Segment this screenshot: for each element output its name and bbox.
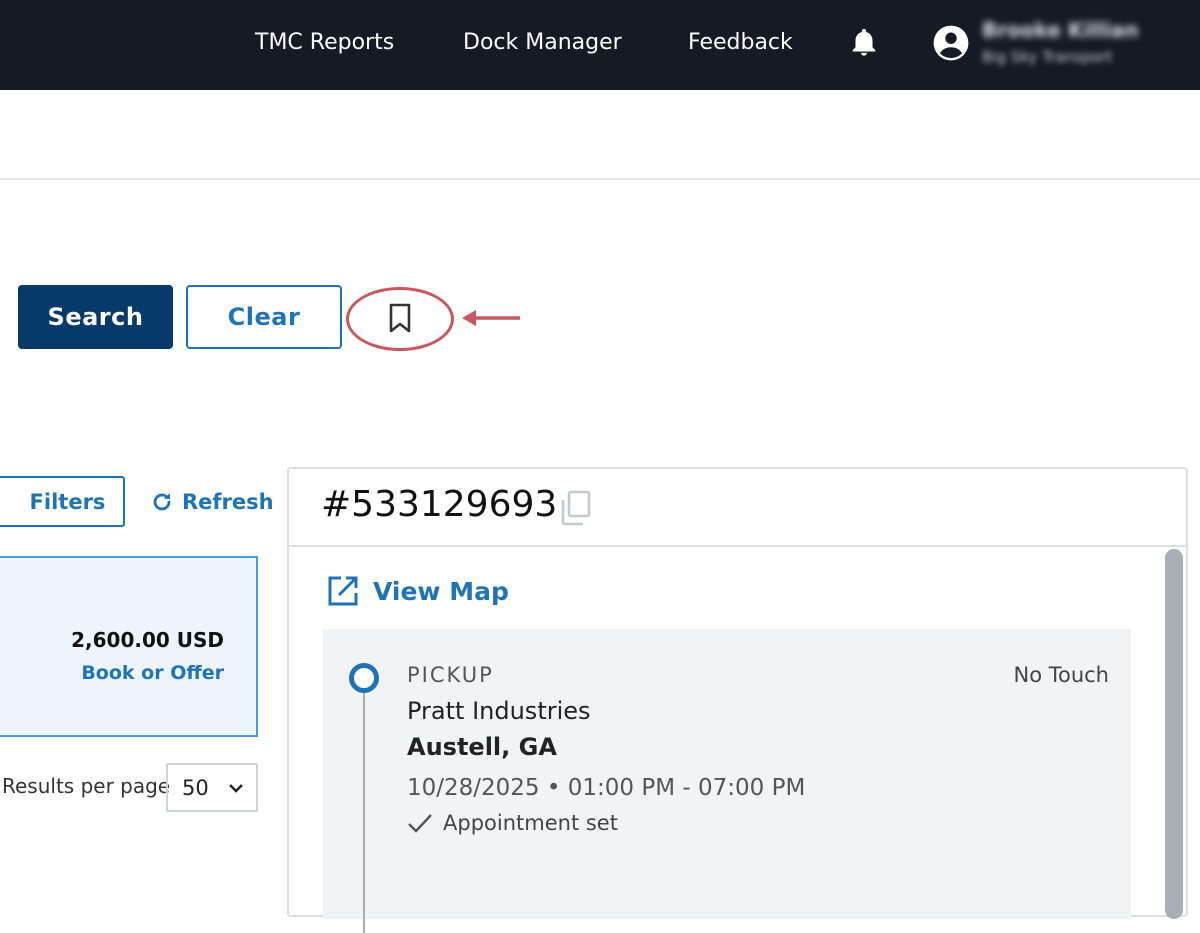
load-id: #533129693 [321, 484, 558, 525]
refresh-icon [153, 493, 171, 511]
timeline-line [363, 693, 365, 933]
sub-header [0, 90, 1200, 180]
stop-city: Austell, GA [407, 733, 557, 761]
view-map-label: View Map [373, 576, 509, 606]
stop-type: PICKUP [407, 663, 494, 687]
nav-feedback[interactable]: Feedback [688, 28, 793, 58]
user-name[interactable]: Brooke Killian [982, 18, 1139, 42]
book-or-offer-link[interactable]: Book or Offer [81, 662, 224, 684]
load-card[interactable]: 2,600.00 USD Book or Offer [0, 556, 258, 737]
load-detail-header: #533129693 [289, 469, 1186, 547]
external-link-icon [328, 576, 358, 606]
nav-tmc-reports[interactable]: TMC Reports [255, 28, 394, 58]
user-org: Big Sky Transport [982, 48, 1113, 66]
refresh-label: Refresh [182, 490, 274, 514]
annotation-circle [346, 287, 454, 351]
check-icon [408, 814, 432, 833]
annotation-arrow-icon [462, 310, 520, 326]
user-circle-icon[interactable] [932, 24, 970, 62]
clear-button[interactable]: Clear [186, 285, 342, 349]
appointment-status: Appointment set [407, 811, 618, 835]
scrollbar[interactable] [1165, 549, 1183, 919]
load-price: 2,600.00 USD [71, 628, 224, 652]
pickup-stop: PICKUP No Touch Pratt Industries Austell… [323, 629, 1131, 933]
load-detail-panel: #533129693 View Map PICKUP No Touch Prat… [287, 467, 1188, 933]
pickup-window: 10/28/2025 • 01:00 PM - 07:00 PM [407, 775, 806, 801]
top-navbar: TMC Reports Dock Manager Feedback Brooke… [0, 0, 1200, 90]
copy-icon[interactable] [557, 489, 593, 529]
nav-dock-manager[interactable]: Dock Manager [463, 28, 622, 58]
results-per-page-value: 50 [182, 775, 209, 800]
refresh-button[interactable]: Refresh [150, 484, 274, 520]
facility-name: Pratt Industries [407, 697, 591, 725]
results-per-page-label: Results per page [2, 774, 171, 798]
bell-icon[interactable] [847, 25, 881, 61]
results-per-page-select[interactable]: 50 [166, 763, 258, 812]
appointment-label: Appointment set [443, 811, 618, 835]
chevron-down-icon [229, 784, 243, 793]
view-map-link[interactable]: View Map [325, 573, 509, 609]
timeline-dot [349, 663, 379, 693]
filters-button[interactable]: Filters [0, 476, 125, 527]
touch-type: No Touch [1013, 663, 1109, 687]
search-button[interactable]: Search [18, 285, 173, 349]
